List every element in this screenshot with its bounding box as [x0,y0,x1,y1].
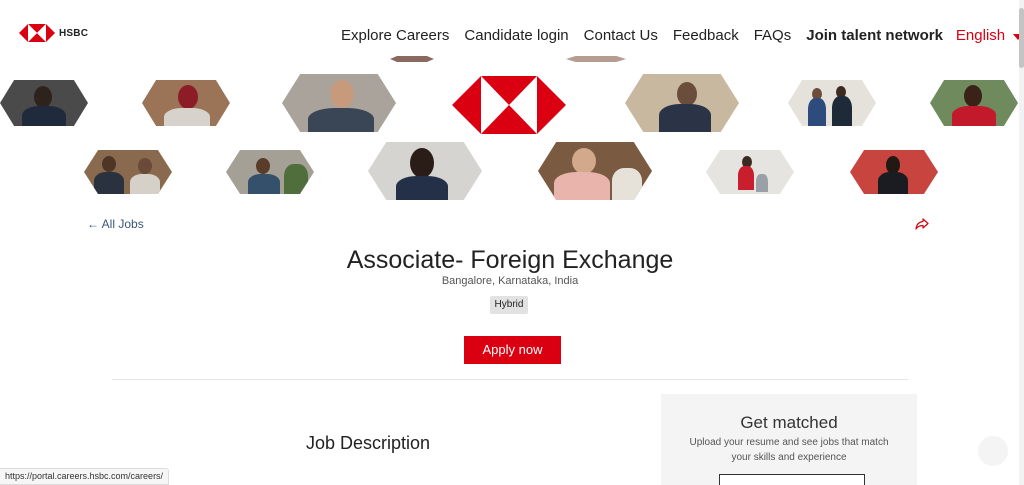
apply-now-button[interactable]: Apply now [464,336,561,364]
language-label: English [955,27,1006,44]
banner-photo [625,74,739,132]
page-scrollbar[interactable] [1019,0,1024,485]
banner-photo [850,150,938,194]
banner-photo [706,150,794,194]
banner-photo [142,80,230,126]
brand-name: HSBC [59,27,89,39]
chat-icon[interactable] [978,436,1008,466]
upload-resume-button[interactable] [719,474,865,485]
job-description-heading: Job Description [306,433,431,453]
scrollbar-thumb[interactable] [1019,8,1024,68]
banner-photo [788,80,876,126]
language-selector[interactable]: English [955,27,1024,44]
nav-join-talent-network[interactable]: Join talent network [806,27,943,44]
get-matched-title: Get matched [740,413,838,432]
banner-photo [282,74,396,132]
job-title: Associate- Foreign Exchange [346,246,674,274]
banner-hsbc-hexagon [452,76,566,134]
share-icon[interactable] [914,216,930,232]
banner-photo [930,80,1018,126]
nav-candidate-login[interactable]: Candidate login [464,27,568,44]
status-bar-url: https://portal.careers.hsbc.com/careers/ [0,468,170,485]
banner-photo [0,80,88,126]
job-location: Bangalore, Karnataka, India [441,275,579,287]
work-type-badge: Hybrid [490,296,528,314]
site-header: HSBC Explore Careers Candidate login Con… [0,0,1024,62]
nav-contact-us[interactable]: Contact Us [584,27,658,44]
banner-photo [84,150,172,194]
banner-photo [368,142,482,200]
get-matched-card: Get matched Upload your resume and see j… [661,394,917,485]
all-jobs-link[interactable]: ← All Jobs [87,217,144,231]
nav-faqs[interactable]: FAQs [754,27,792,44]
nav-feedback[interactable]: Feedback [673,27,739,44]
hsbc-logo[interactable]: HSBC [19,24,88,42]
main-nav: Explore Careers Candidate login Contact … [341,27,1024,44]
nav-explore-careers[interactable]: Explore Careers [341,27,449,44]
section-divider [112,379,908,380]
banner-photo [226,150,314,194]
banner-photo [566,56,626,62]
banner-photo [538,142,652,200]
get-matched-text: Upload your resume and see jobs that mat… [689,437,889,463]
hsbc-logo-icon [19,24,55,42]
banner-photo [390,56,434,62]
